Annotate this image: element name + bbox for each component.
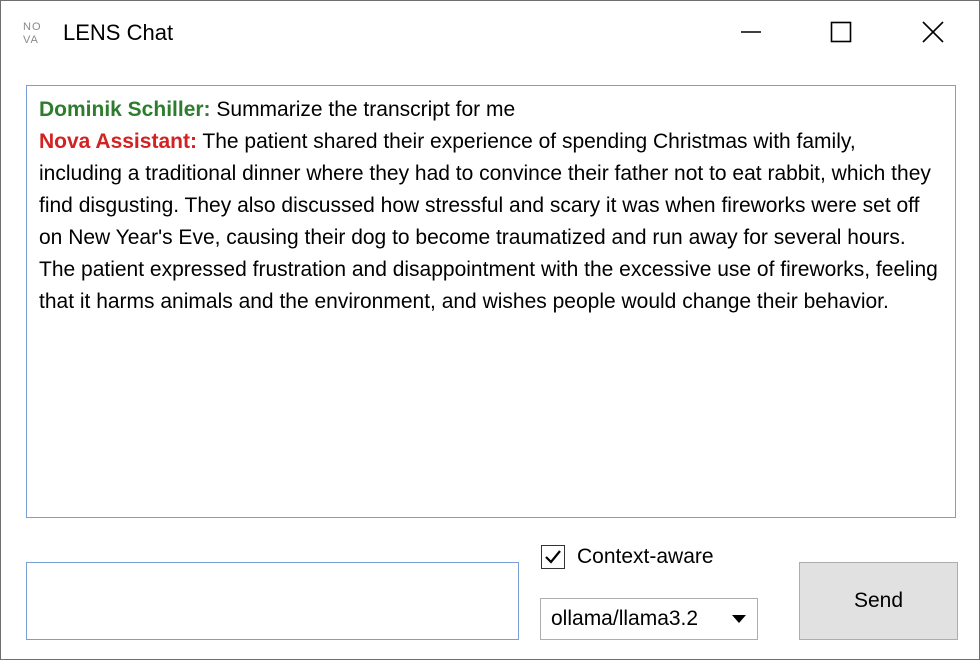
minimize-icon bbox=[741, 31, 761, 33]
lens-chat-window: NO VA LENS Chat Dominik Schiller: Summar… bbox=[0, 0, 980, 660]
minimize-button[interactable] bbox=[705, 1, 797, 63]
checkmark-icon bbox=[545, 550, 561, 564]
message-speaker: Dominik Schiller: bbox=[39, 98, 211, 121]
svg-text:NO: NO bbox=[23, 21, 42, 33]
close-button[interactable] bbox=[887, 1, 979, 63]
send-button[interactable]: Send bbox=[799, 562, 958, 640]
model-select[interactable]: ollama/llama3.2 bbox=[540, 598, 758, 640]
svg-text:VA: VA bbox=[23, 34, 39, 45]
context-aware-label: Context-aware bbox=[577, 545, 714, 568]
message-input[interactable] bbox=[26, 562, 519, 640]
message-speaker: Nova Assistant: bbox=[39, 130, 197, 153]
chevron-down-icon[interactable] bbox=[731, 613, 747, 625]
maximize-icon bbox=[830, 21, 852, 43]
message-text: Summarize the transcript for me bbox=[210, 98, 516, 121]
close-icon bbox=[922, 21, 944, 43]
context-aware-toggle[interactable]: Context-aware bbox=[541, 542, 714, 572]
chat-history[interactable]: Dominik Schiller: Summarize the transcri… bbox=[26, 85, 956, 518]
nova-logo: NO VA bbox=[23, 21, 42, 45]
title-bar[interactable]: NO VA LENS Chat bbox=[1, 1, 979, 63]
maximize-button[interactable] bbox=[795, 1, 887, 63]
model-select-value: ollama/llama3.2 bbox=[551, 607, 699, 630]
context-aware-checkbox[interactable] bbox=[541, 545, 565, 569]
chat-message-user: Dominik Schiller: Summarize the transcri… bbox=[39, 94, 943, 126]
message-text: The patient shared their experience of s… bbox=[39, 130, 938, 313]
window-title: LENS Chat bbox=[63, 20, 174, 45]
chat-message-assistant: Nova Assistant: The patient shared their… bbox=[39, 126, 943, 318]
